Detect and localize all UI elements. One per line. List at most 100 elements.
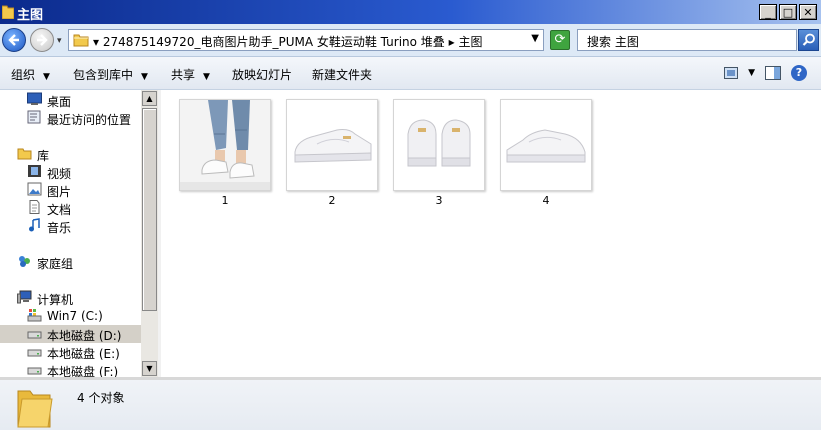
organize-button[interactable]: 组织 ▼ (11, 66, 50, 83)
new-folder-button[interactable]: 新建文件夹 (312, 66, 372, 83)
sidebar-item-label: 本地磁盘 (D:) (47, 329, 122, 343)
arrow-right-icon (37, 34, 48, 46)
sidebar-item-pictures[interactable]: 图片 (0, 181, 141, 199)
sidebar-item-label: 最近访问的位置 (47, 113, 132, 127)
include-in-library-label: 包含到库中 (73, 68, 134, 82)
folder-icon (73, 34, 89, 47)
folder-icon (17, 390, 53, 428)
address-path[interactable]: ▾ 274875149720_电商图片助手_PUMA 女鞋运动鞋 Turino … (93, 33, 482, 50)
sidebar-item-label: 库 (37, 149, 50, 163)
navigation-pane[interactable]: 桌面 最近访问的位置 库 视频 图片 文档 音乐 家庭组 计算机 Win7 (C… (0, 90, 141, 377)
documents-icon (29, 200, 40, 214)
sidebar-item-label: 计算机 (37, 293, 74, 307)
video-icon (28, 165, 41, 177)
refresh-button[interactable]: ⟳ (550, 30, 570, 50)
scroll-down-button[interactable]: ▼ (142, 361, 157, 376)
drive-icon (27, 331, 42, 339)
file-name[interactable]: 1 (179, 194, 271, 207)
sidebar-item-label: 家庭组 (37, 257, 74, 271)
scroll-thumb[interactable] (142, 108, 157, 311)
file-thumbnail[interactable] (179, 99, 271, 191)
sidebar-item-label: Win7 (C:) (47, 309, 103, 323)
view-controls: ▼ ? (724, 65, 807, 81)
computer-icon (17, 290, 32, 304)
desktop-icon (27, 92, 42, 105)
sidebar-item-drive-c[interactable]: Win7 (C:) (0, 307, 141, 325)
sidebar-item-drive-f[interactable]: 本地磁盘 (F:) (0, 361, 141, 377)
minimize-button[interactable]: _ (759, 4, 777, 20)
arrow-left-icon (8, 34, 19, 46)
file-name[interactable]: 4 (500, 194, 592, 207)
history-dropdown-icon[interactable]: ▾ (57, 36, 62, 46)
sidebar-item-computer[interactable]: 计算机 (0, 289, 141, 307)
back-button[interactable] (2, 28, 26, 52)
sidebar-item-homegroup[interactable]: 家庭组 (0, 253, 141, 271)
shoe-photo-image (287, 100, 377, 190)
sidebar-item-label: 桌面 (47, 95, 72, 109)
sidebar-item-label: 音乐 (47, 221, 72, 235)
sidebar-item-music[interactable]: 音乐 (0, 217, 141, 235)
scroll-up-button[interactable]: ▲ (142, 91, 157, 106)
chevron-down-icon: ▼ (203, 72, 210, 82)
sidebar-item-label: 文档 (47, 203, 72, 217)
pictures-icon (27, 182, 42, 196)
include-in-library-button[interactable]: 包含到库中 ▼ (73, 66, 148, 83)
sidebar-item-library[interactable]: 库 (0, 145, 141, 163)
drive-icon (27, 367, 42, 375)
help-icon[interactable]: ? (791, 65, 807, 81)
sidebar-item-desktop[interactable]: 桌面 (0, 91, 141, 109)
forward-button[interactable] (30, 28, 54, 52)
sidebar-item-drive-e[interactable]: 本地磁盘 (E:) (0, 343, 141, 361)
folder-icon (2, 5, 14, 19)
chevron-down-icon: ▼ (141, 72, 148, 82)
sidebar-item-label: 本地磁盘 (F:) (47, 365, 119, 377)
refresh-icon: ⟳ (554, 32, 566, 47)
search-button[interactable] (798, 29, 819, 51)
slideshow-button[interactable]: 放映幻灯片 (232, 66, 292, 83)
view-dropdown-icon[interactable]: ▼ (748, 68, 755, 78)
share-button[interactable]: 共享 ▼ (171, 66, 210, 83)
file-thumbnail[interactable] (500, 99, 592, 191)
file-thumbnail[interactable] (286, 99, 378, 191)
sidebar-item-label: 视频 (47, 167, 72, 181)
address-dropdown-icon[interactable]: ▼ (531, 33, 539, 44)
search-placeholder: 搜索 主图 (587, 35, 639, 49)
window-title: 主图 (17, 8, 44, 23)
change-view-icon[interactable] (724, 67, 739, 79)
title-bar[interactable]: 主图 _ □ ✕ (0, 0, 821, 24)
command-bar: 组织 ▼ 包含到库中 ▼ 共享 ▼ 放映幻灯片 新建文件夹 ▼ ? (0, 57, 821, 90)
file-list[interactable]: 1 2 3 4 (161, 90, 821, 377)
window-controls: _ □ ✕ (759, 4, 817, 20)
system-drive-icon (27, 309, 42, 322)
recent-places-icon (27, 110, 41, 124)
item-count: 4 个对象 (77, 391, 125, 405)
details-pane: 4 个对象 (0, 377, 821, 430)
address-bar[interactable]: ▾ 274875149720_电商图片助手_PUMA 女鞋运动鞋 Turino … (68, 29, 544, 51)
close-button[interactable]: ✕ (799, 4, 817, 20)
file-name[interactable]: 3 (393, 194, 485, 207)
address-row: ▾ ▾ 274875149720_电商图片助手_PUMA 女鞋运动鞋 Turin… (0, 24, 821, 57)
homegroup-icon (19, 256, 30, 267)
organize-label: 组织 (11, 68, 36, 82)
drive-icon (27, 349, 42, 357)
sidebar-item-drive-d[interactable]: 本地磁盘 (D:) (0, 325, 141, 343)
navigation-scrollbar[interactable]: ▲ ▼ (141, 90, 158, 377)
sidebar-item-label: 本地磁盘 (E:) (47, 347, 120, 361)
search-icon (802, 33, 815, 46)
search-input[interactable]: 搜索 主图 (577, 29, 797, 51)
music-icon (29, 218, 40, 232)
chevron-down-icon: ▼ (43, 72, 50, 82)
sidebar-item-label: 图片 (47, 185, 72, 199)
sidebar-item-videos[interactable]: 视频 (0, 163, 141, 181)
shoe-photo-image (180, 100, 270, 190)
sidebar-item-recent-places[interactable]: 最近访问的位置 (0, 109, 141, 127)
file-name[interactable]: 2 (286, 194, 378, 207)
sidebar-item-documents[interactable]: 文档 (0, 199, 141, 217)
share-label: 共享 (171, 68, 196, 82)
shoe-photo-image (501, 100, 591, 190)
file-thumbnail[interactable] (393, 99, 485, 191)
library-icon (17, 148, 32, 160)
maximize-button[interactable]: □ (779, 4, 797, 20)
shoe-photo-image (394, 100, 484, 190)
preview-pane-icon[interactable] (765, 66, 781, 80)
